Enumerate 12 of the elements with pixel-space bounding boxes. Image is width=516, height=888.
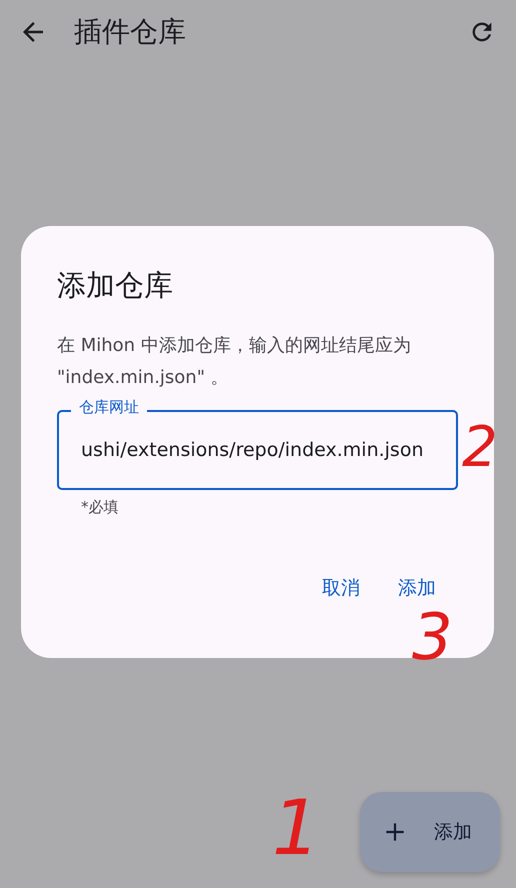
add-button[interactable]: 添加 bbox=[360, 792, 500, 872]
handwritten-mark: 2 bbox=[462, 420, 498, 476]
handwritten-mark: 1 bbox=[272, 790, 320, 866]
dialog-message: 在 Mihon 中添加仓库，输入的网址结尾应为 "index.min.json" 。 bbox=[57, 334, 412, 390]
cancel-button[interactable]: 取消 bbox=[322, 571, 360, 605]
screen-title: 插件仓库 bbox=[74, 14, 187, 50]
confirm-button[interactable]: 添加 bbox=[398, 571, 436, 605]
url-input-field[interactable]: 仓库网址 ushi/extensions/repo/index.min.json bbox=[57, 398, 458, 490]
field-label: 仓库网址 bbox=[71, 398, 147, 417]
dialog-title: 添加仓库 bbox=[57, 267, 174, 304]
handwritten-mark: 3 bbox=[412, 606, 453, 670]
helper-text: *必填 bbox=[81, 498, 120, 517]
